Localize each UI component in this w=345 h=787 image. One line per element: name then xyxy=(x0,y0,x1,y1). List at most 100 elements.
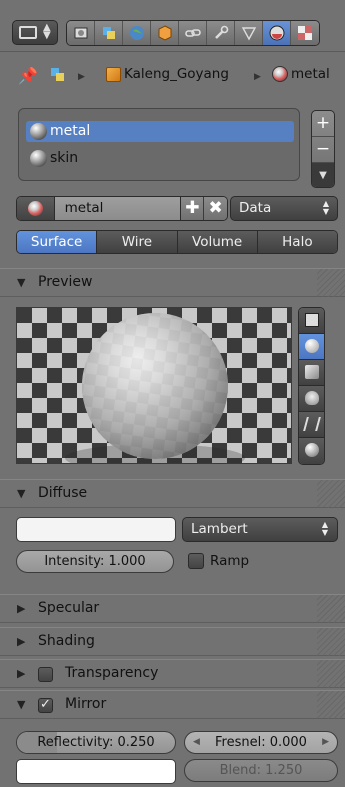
material-datablock: metal ✚ ✖ xyxy=(16,196,228,221)
fresnel-label: Fresnel: 0.000 xyxy=(215,735,307,750)
diffuse-shader-value: Lambert xyxy=(191,521,248,537)
mirror-color-swatch[interactable] xyxy=(16,759,176,784)
reflectivity-slider[interactable]: Reflectivity: 0.250 xyxy=(16,731,176,754)
material-preview-render xyxy=(16,307,292,464)
transparency-panel-header[interactable]: ▶ Transparency xyxy=(0,659,345,688)
sphere-icon xyxy=(305,339,319,353)
browse-material-button[interactable] xyxy=(17,197,55,220)
breadcrumb-material-name: metal xyxy=(291,66,330,82)
diffuse-shader-select[interactable]: Lambert ▲ ▼ xyxy=(182,517,338,542)
material-sphere-icon xyxy=(30,150,47,167)
material-name-field[interactable]: metal xyxy=(54,197,182,220)
blend-field[interactable]: Blend: 1.250 xyxy=(184,759,338,782)
cube-icon xyxy=(305,365,319,379)
material-context-tab[interactable] xyxy=(263,21,291,45)
preview-cube-button[interactable] xyxy=(299,360,324,386)
mirror-panel-header[interactable]: ▼ ✓ Mirror xyxy=(0,690,345,719)
breadcrumb-object-name: Kaleng_Goyang xyxy=(124,66,229,82)
preview-monkey-button[interactable] xyxy=(299,386,324,412)
material-slot-row[interactable]: metal xyxy=(26,121,294,142)
drag-handle-icon[interactable] xyxy=(317,480,345,508)
remove-slot-button[interactable]: − xyxy=(312,137,334,163)
modifiers-context-tab[interactable] xyxy=(207,21,235,45)
pin-icon[interactable]: 📌 xyxy=(18,66,38,85)
expanded-triangle-icon: ▼ xyxy=(17,698,26,711)
tab-halo[interactable]: Halo xyxy=(257,231,337,253)
diffuse-intensity-field[interactable]: Intensity: 1.000 xyxy=(16,550,174,573)
up-down-arrow-icon: ▲ ▼ xyxy=(322,199,329,216)
slot-specials-menu-button[interactable]: ▼ xyxy=(312,163,334,187)
new-material-button[interactable]: ✚ xyxy=(181,197,205,220)
link-data-value: Data xyxy=(239,200,272,216)
diffuse-color-swatch[interactable] xyxy=(16,517,176,542)
collapsed-triangle-icon: ▶ xyxy=(17,602,26,615)
monkey-icon xyxy=(305,391,319,405)
fresnel-field[interactable]: ◀ Fresnel: 0.000 ▶ xyxy=(184,731,338,754)
tab-volume[interactable]: Volume xyxy=(177,231,258,253)
breadcrumb-separator-icon: ▶ xyxy=(78,72,85,82)
specular-panel-header[interactable]: ▶ Specular xyxy=(0,594,345,623)
slot-side-buttons: + − ▼ xyxy=(311,110,335,188)
material-icon xyxy=(269,25,285,41)
link-data-select[interactable]: Data ▲ ▼ xyxy=(230,196,338,221)
properties-editor-icon xyxy=(19,26,37,39)
context-tabs xyxy=(66,20,320,46)
material-icon xyxy=(28,201,43,216)
up-down-arrow-icon: ▲ ▼ xyxy=(43,22,51,41)
preview-hair-button[interactable] xyxy=(299,412,324,438)
object-context-tab[interactable] xyxy=(151,21,179,45)
mesh-data-context-tab[interactable] xyxy=(235,21,263,45)
sphere-sky-icon xyxy=(305,443,319,457)
render-context-tab[interactable] xyxy=(67,21,95,45)
breadcrumb-separator-icon: ▶ xyxy=(254,72,261,82)
add-slot-button[interactable]: + xyxy=(312,111,334,137)
collapsed-triangle-icon: ▶ xyxy=(17,635,26,648)
material-type-tabs: Surface Wire Volume Halo xyxy=(16,230,338,254)
preview-sphere-sky-button[interactable] xyxy=(299,438,324,464)
transparency-enable-checkbox[interactable] xyxy=(38,667,53,682)
unlink-material-button[interactable]: ✖ xyxy=(204,197,227,220)
world-context-tab[interactable] xyxy=(123,21,151,45)
decrement-arrow-icon[interactable]: ◀ xyxy=(193,732,200,753)
shading-panel-header[interactable]: ▶ Shading xyxy=(0,627,345,656)
increment-arrow-icon[interactable]: ▶ xyxy=(322,732,329,753)
render-layers-icon xyxy=(103,27,115,39)
material-slot-label: skin xyxy=(50,150,79,166)
expanded-triangle-icon: ▼ xyxy=(17,487,26,500)
preview-panel-header[interactable]: ▼ Preview xyxy=(0,268,345,297)
material-slot-list xyxy=(18,108,300,181)
mesh-data-icon xyxy=(241,27,257,41)
editor-type-button[interactable]: ▲ ▼ xyxy=(12,20,58,45)
panel-title: Diffuse xyxy=(38,485,88,501)
preview-shape-buttons xyxy=(298,307,325,465)
tab-wire[interactable]: Wire xyxy=(97,231,178,253)
texture-context-tab[interactable] xyxy=(291,21,319,45)
plane-icon xyxy=(305,313,319,327)
tab-surface[interactable]: Surface xyxy=(17,231,98,253)
material-slot-row[interactable]: skin xyxy=(26,148,294,169)
material-slot-label: metal xyxy=(50,123,91,139)
render-layers-icon xyxy=(51,68,64,81)
hair-icon xyxy=(303,417,321,431)
up-down-arrow-icon: ▲ ▼ xyxy=(321,520,328,537)
modifiers-icon xyxy=(215,25,229,39)
ramp-label: Ramp xyxy=(210,553,250,569)
mirror-enable-checkbox[interactable]: ✓ xyxy=(38,698,53,713)
preview-plane-button[interactable] xyxy=(299,308,324,334)
render-layers-context-tab[interactable] xyxy=(95,21,123,45)
drag-handle-icon[interactable] xyxy=(317,691,345,719)
object-icon xyxy=(106,67,121,82)
constraints-icon xyxy=(185,29,201,37)
preview-sphere-button[interactable] xyxy=(299,334,324,360)
drag-handle-icon[interactable] xyxy=(317,595,345,623)
diffuse-panel-header[interactable]: ▼ Diffuse xyxy=(0,479,345,508)
constraints-context-tab[interactable] xyxy=(179,21,207,45)
drag-handle-icon[interactable] xyxy=(317,628,345,656)
texture-icon xyxy=(298,26,312,40)
panel-title: Mirror xyxy=(65,696,107,712)
ramp-checkbox[interactable] xyxy=(188,553,204,569)
panel-title: Shading xyxy=(38,633,95,649)
drag-handle-icon[interactable] xyxy=(317,269,345,297)
material-sphere-icon xyxy=(30,123,47,140)
drag-handle-icon[interactable] xyxy=(317,660,345,688)
